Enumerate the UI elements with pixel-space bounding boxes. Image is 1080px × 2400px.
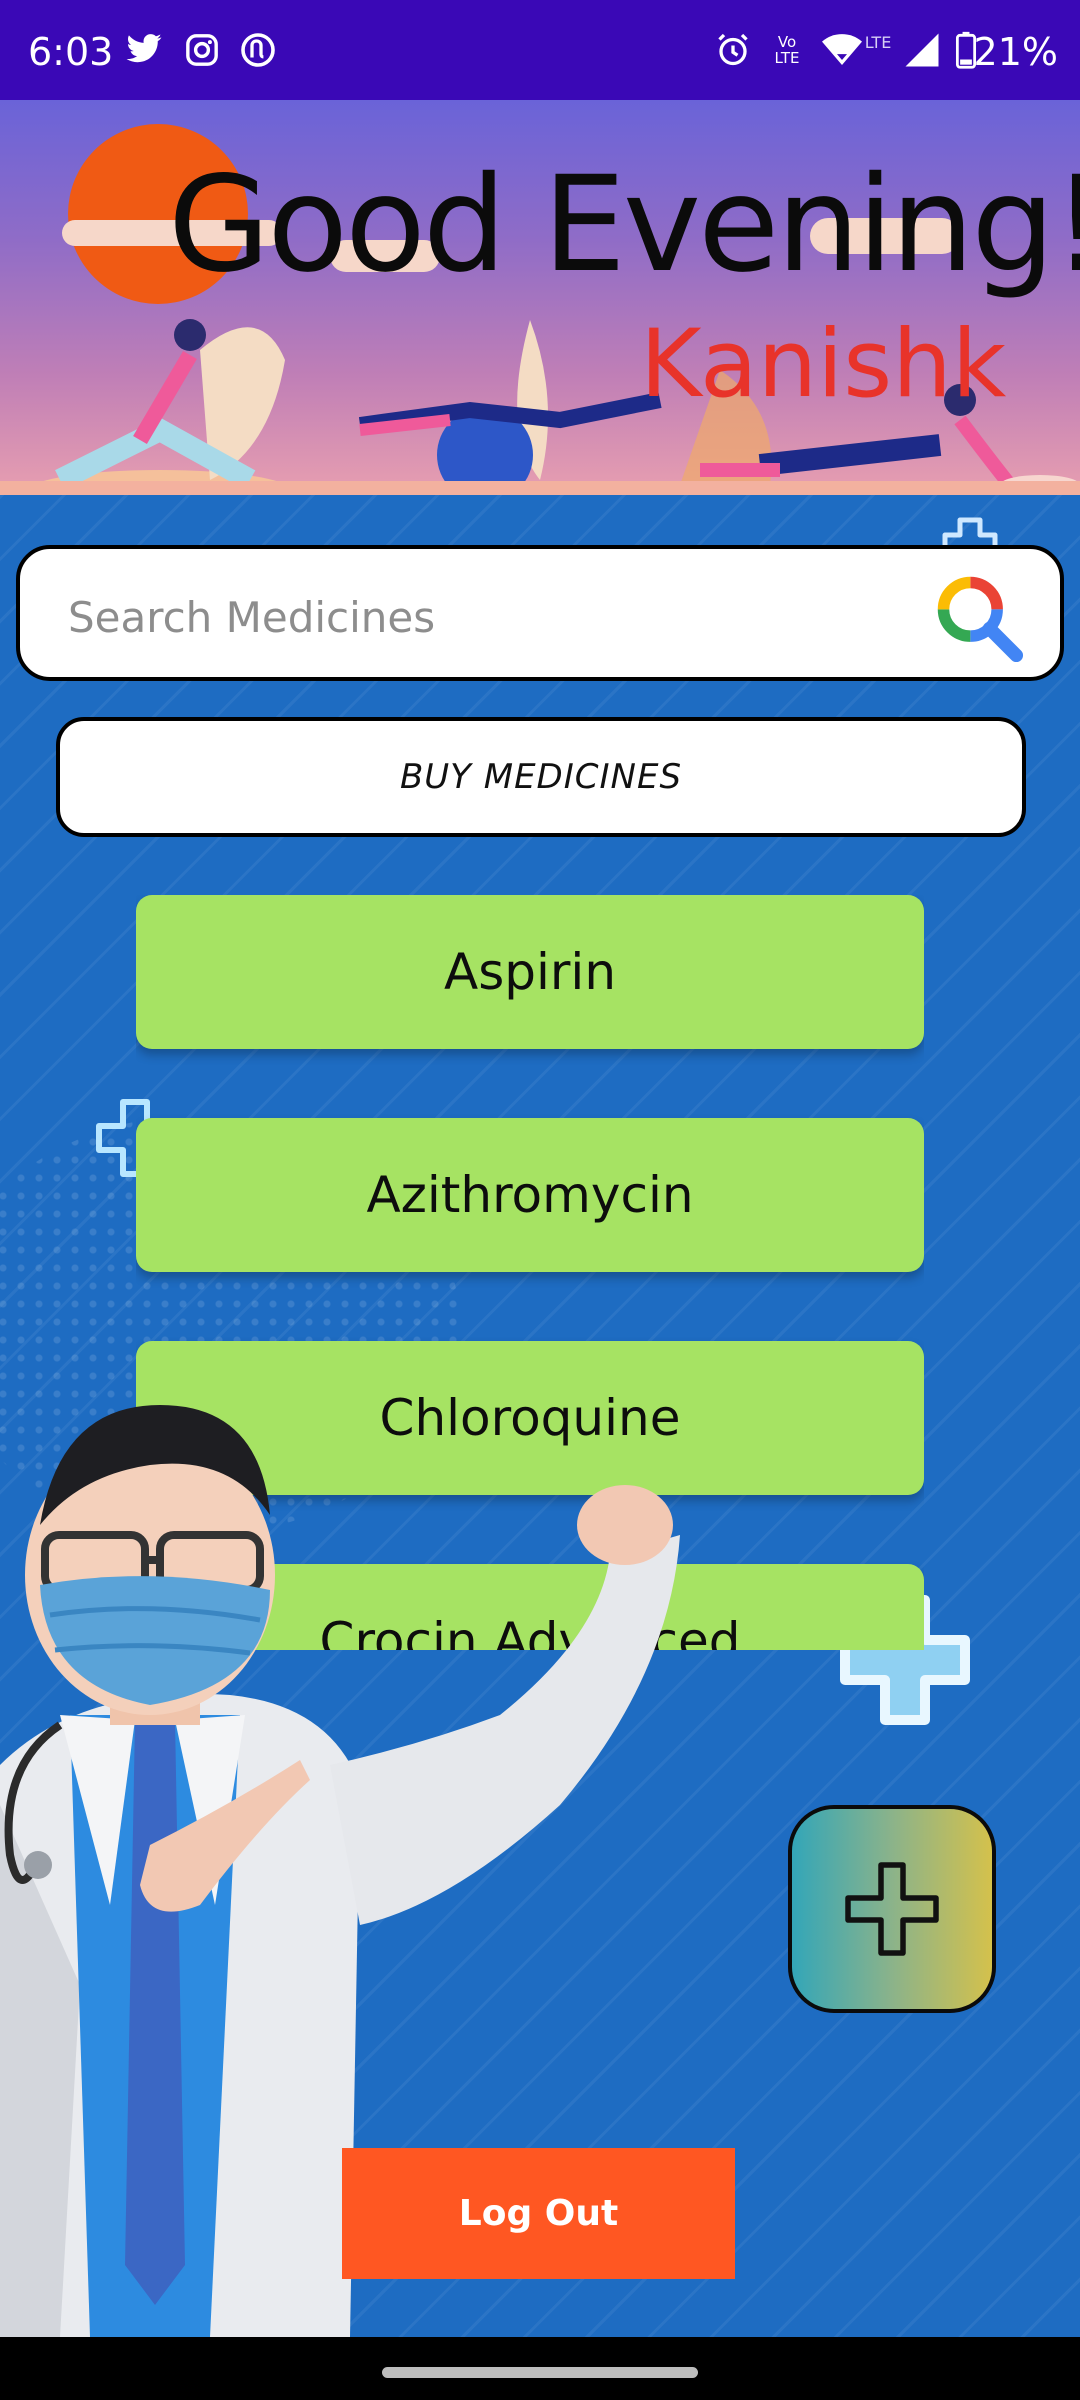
search-icon[interactable] <box>932 571 1024 663</box>
status-time: 6:03 <box>28 30 114 74</box>
navigation-bar <box>0 2337 1080 2400</box>
twitter-icon <box>124 30 164 70</box>
search-medicines-input[interactable]: Search Medicines <box>16 545 1064 681</box>
logout-button[interactable]: Log Out <box>342 2148 735 2279</box>
volte-icon: Vo LTE <box>774 33 800 67</box>
signal-icon <box>900 30 944 70</box>
medicine-item-azithromycin[interactable]: Azithromycin <box>136 1118 924 1272</box>
add-button[interactable] <box>788 1805 996 2013</box>
search-placeholder: Search Medicines <box>68 593 436 642</box>
alarm-icon <box>714 30 752 70</box>
battery-percentage: 21% <box>973 30 1058 74</box>
main-content: Search Medicines BUY MEDICINES Aspirin A… <box>0 495 1080 2337</box>
greeting-title: Good Evening!! <box>168 148 1080 302</box>
medicine-item-aspirin[interactable]: Aspirin <box>136 895 924 1049</box>
app-notification-icon <box>238 30 278 70</box>
buy-medicines-button[interactable]: BUY MEDICINES <box>56 717 1026 837</box>
username-label: Kanishk <box>640 310 1007 419</box>
wifi-icon <box>820 30 864 70</box>
add-cross-icon <box>845 1862 939 1956</box>
home-gesture-handle[interactable] <box>382 2367 698 2378</box>
instagram-icon <box>182 30 222 70</box>
greeting-banner: Good Evening!! Kanishk <box>0 100 1080 495</box>
status-bar: 6:03 Vo LTE LTE 21% <box>0 0 1080 100</box>
ground-strip <box>0 481 1080 495</box>
lte-label: LTE <box>864 32 892 52</box>
